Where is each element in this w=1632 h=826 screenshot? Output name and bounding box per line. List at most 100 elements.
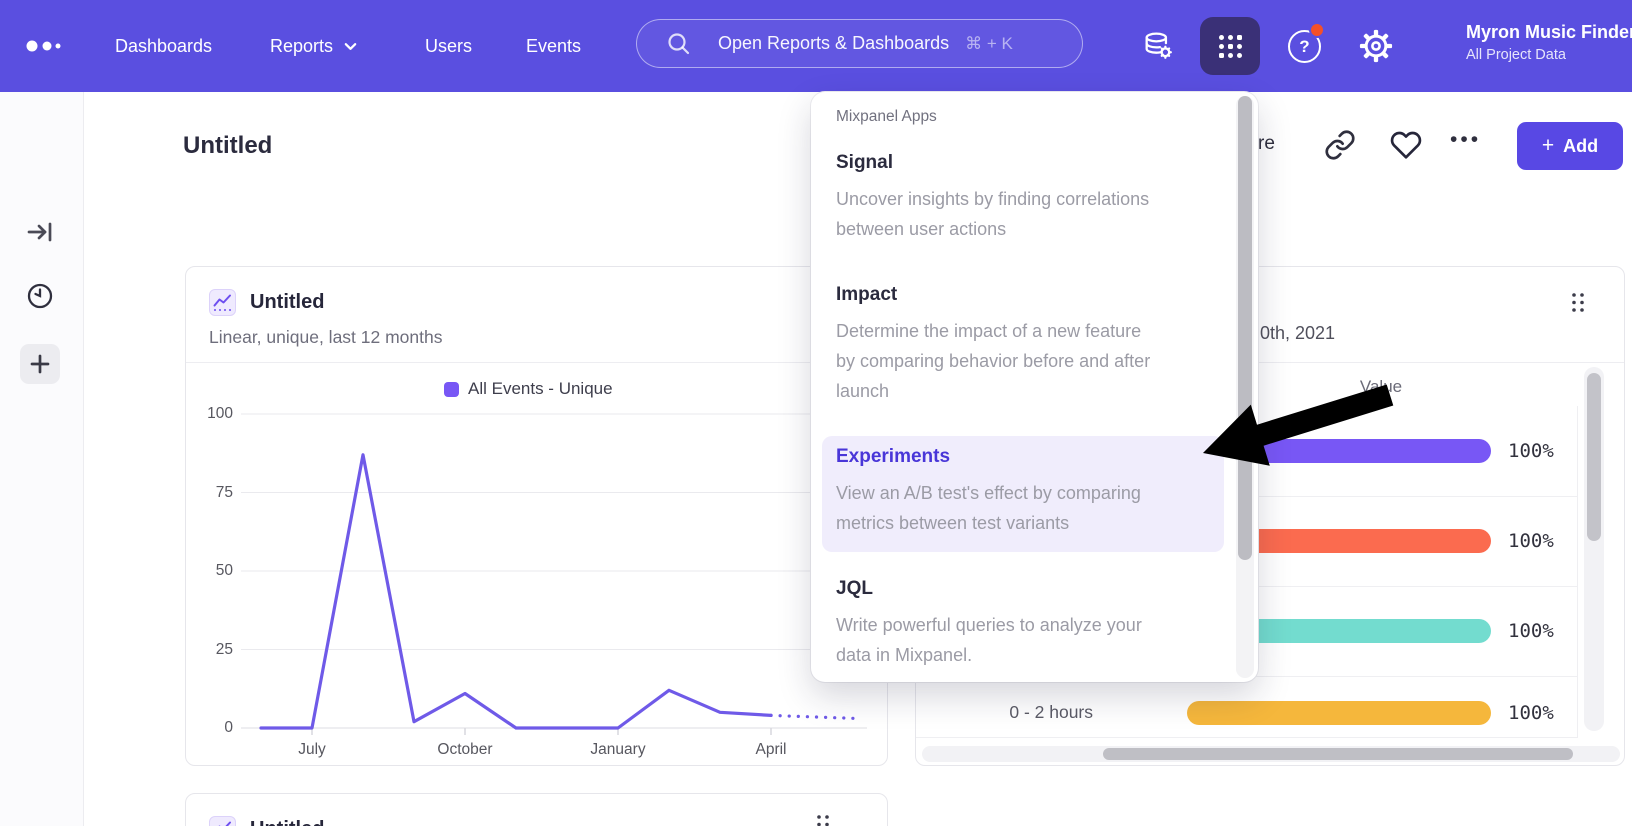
add-board-button[interactable] <box>20 344 60 384</box>
apps-menu-item-signal[interactable]: Signal Uncover insights by finding correl… <box>822 142 1224 258</box>
settings-button[interactable] <box>1357 27 1395 65</box>
line-chart-card: Untitled Linear, unique, last 12 months … <box>185 266 888 766</box>
apps-menu-item-description: Determine the impact of a new featureby … <box>836 316 1210 406</box>
gear-icon <box>1358 28 1394 64</box>
description-line: Uncover insights by finding correlations <box>836 184 1210 214</box>
search-input[interactable]: Open Reports & Dashboards ⌘ + K <box>636 19 1083 68</box>
add-button-label: Add <box>1563 136 1598 157</box>
apps-grid-icon <box>1219 35 1242 58</box>
nav-item-events[interactable]: Events <box>526 0 581 92</box>
drag-handle-icon[interactable] <box>1571 292 1586 313</box>
nav-item-label: Users <box>425 36 472 57</box>
description-line: launch <box>836 376 1210 406</box>
y-axis-tick-label: 50 <box>193 562 233 580</box>
legend-label: All Events - Unique <box>468 379 613 399</box>
nav-item-dashboards[interactable]: Dashboards <box>115 0 212 92</box>
vertical-scrollbar[interactable] <box>1587 373 1601 541</box>
apps-menu-item-description: Uncover insights by finding correlations… <box>836 184 1210 244</box>
search-shortcut: ⌘ + K <box>965 34 1013 54</box>
description-line: between user actions <box>836 214 1210 244</box>
add-button[interactable]: + Add <box>1517 122 1623 170</box>
mixpanel-apps-menu: Mixpanel Apps Signal Uncover insights by … <box>811 92 1258 682</box>
nav-item-label: Reports <box>270 36 333 57</box>
divider <box>186 362 887 363</box>
x-axis-tick-label: April <box>721 741 821 759</box>
plus-icon <box>23 347 57 381</box>
x-axis-tick-label: October <box>415 741 515 759</box>
row-value: 100% <box>1508 440 1580 462</box>
menu-scrollbar[interactable] <box>1238 96 1252 560</box>
search-icon <box>665 30 692 57</box>
recent-button[interactable] <box>20 276 60 316</box>
favorite-heart-icon[interactable] <box>1390 129 1422 161</box>
row-label: 0 - 2 hours <box>916 702 1093 723</box>
apps-menu-item-title: Impact <box>836 284 1210 306</box>
user-menu[interactable]: Myron Music Finder J All Project Data <box>1466 22 1632 63</box>
database-gear-icon <box>1141 29 1175 63</box>
mixpanel-logo-icon[interactable] <box>24 34 68 58</box>
more-options-button[interactable]: ••• <box>1450 128 1481 152</box>
x-axis-tick-label: July <box>262 741 362 759</box>
x-axis-tick-label: January <box>568 741 668 759</box>
page-title: Untitled <box>183 132 272 160</box>
value-bar <box>1187 701 1491 725</box>
horizontal-scrollbar[interactable] <box>1103 748 1573 760</box>
second-chart-card: Untitled <box>185 793 888 826</box>
left-sidebar <box>0 92 84 826</box>
apps-menu-items: Signal Uncover insights by finding correl… <box>811 142 1258 682</box>
chevron-down-icon <box>343 39 358 54</box>
project-name: All Project Data <box>1466 47 1632 63</box>
nav-item-users[interactable]: Users <box>425 0 472 92</box>
row-value: 100% <box>1508 620 1580 642</box>
value-column-header: Value <box>1336 377 1426 397</box>
apps-menu-item-experiments[interactable]: Experiments View an A/B test's effect by … <box>822 436 1224 552</box>
legend-swatch <box>444 382 459 397</box>
description-line: by comparing behavior before and after <box>836 346 1210 376</box>
mini-line-chart-icon <box>210 290 235 315</box>
description-line: View an A/B test's effect by comparing <box>836 478 1210 508</box>
nav-item-reports[interactable]: Reports <box>270 0 358 92</box>
nav-item-label: Dashboards <box>115 36 212 57</box>
apps-grid-button[interactable] <box>1200 17 1260 75</box>
plus-icon: + <box>1542 134 1554 158</box>
question-mark-icon: ? <box>1299 37 1309 57</box>
description-line: Determine the impact of a new feature <box>836 316 1210 346</box>
mixpanel-dashboard-page: Dashboards Reports Users Events Open Report… <box>0 0 1632 826</box>
data-management-button[interactable] <box>1138 28 1178 64</box>
link-icon[interactable] <box>1324 129 1356 161</box>
chart-card-subtitle: Linear, unique, last 12 months <box>209 327 443 348</box>
apps-menu-item-title: Experiments <box>836 446 1210 468</box>
report-type-icon <box>209 816 236 826</box>
search-placeholder: Open Reports & Dashboards <box>718 33 949 54</box>
apps-menu-item-jql[interactable]: JQL Write powerful queries to analyze you… <box>822 568 1224 682</box>
clock-icon <box>24 280 56 312</box>
nav-item-label: Events <box>526 36 581 57</box>
expand-arrow-icon <box>23 215 57 249</box>
apps-menu-item-impact[interactable]: Impact Determine the impact of a new feat… <box>822 274 1224 420</box>
y-axis-tick-label: 75 <box>193 484 233 502</box>
top-nav: Dashboards Reports Users Events Open Report… <box>0 0 1632 92</box>
report-type-icon <box>209 289 236 316</box>
description-line: metrics between test variants <box>836 508 1210 538</box>
row-value: 100% <box>1508 702 1580 724</box>
drag-handle-icon[interactable] <box>816 814 831 826</box>
y-axis-tick-label: 100 <box>193 405 233 423</box>
row-value: 100% <box>1508 530 1580 552</box>
user-name: Myron Music Finder J <box>1466 22 1632 43</box>
apps-menu-header: Mixpanel Apps <box>811 92 1258 126</box>
apps-menu-item-description: View an A/B test's effect by comparingme… <box>836 478 1210 538</box>
chart-card-title[interactable]: Untitled <box>250 291 324 314</box>
notification-badge <box>1309 22 1325 38</box>
apps-menu-item-title: JQL <box>836 578 1210 600</box>
apps-menu-item-title: Signal <box>836 152 1210 174</box>
description-line: data in Mixpanel. <box>836 640 1210 670</box>
chart-card-title[interactable]: Untitled <box>250 818 324 826</box>
y-axis-tick-label: 25 <box>193 641 233 659</box>
share-button[interactable]: re <box>1258 133 1275 155</box>
apps-menu-item-description: Write powerful queries to analyze yourda… <box>836 610 1210 670</box>
expand-sidebar-button[interactable] <box>20 212 60 252</box>
description-line: Write powerful queries to analyze your <box>836 610 1210 640</box>
y-axis-tick-label: 0 <box>193 719 233 737</box>
report-date-range: 0th, 2021 <box>1260 323 1335 344</box>
mini-line-chart-icon <box>210 817 235 826</box>
